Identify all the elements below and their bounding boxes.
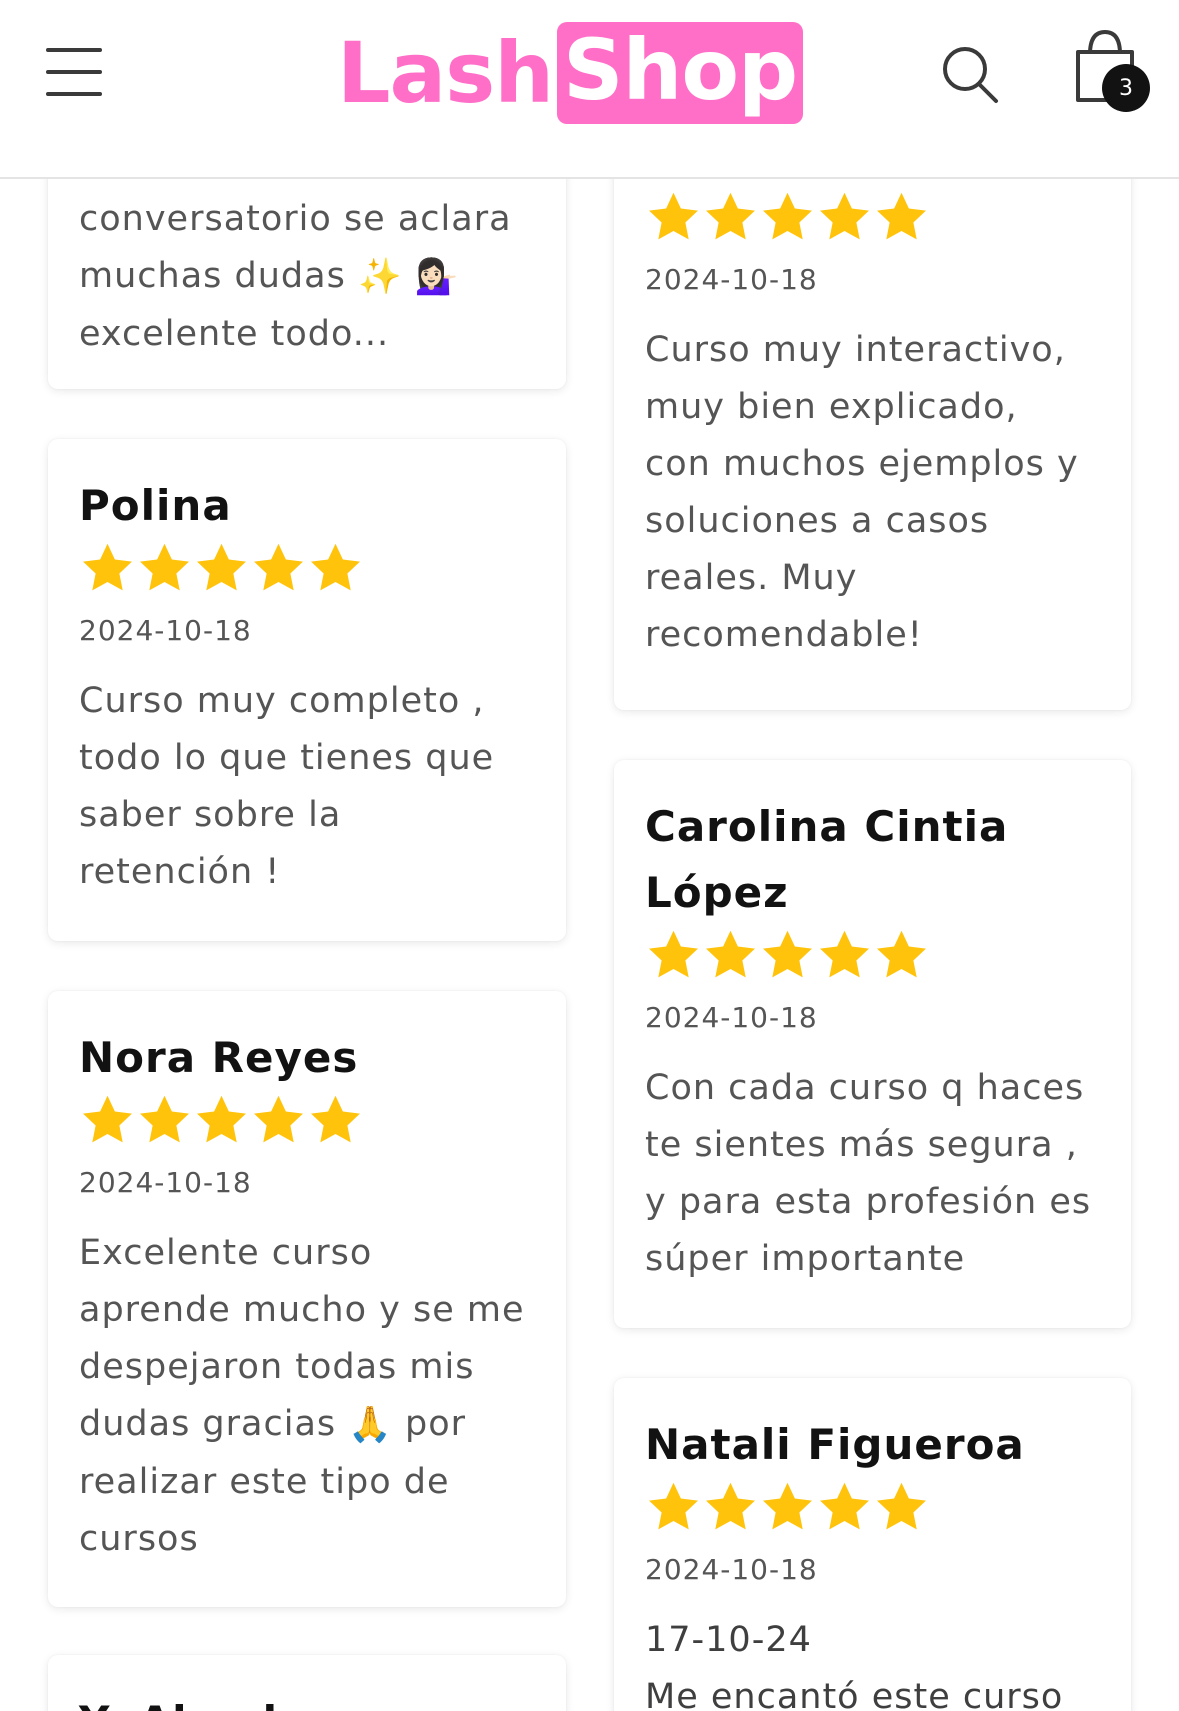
review-text-part: excelente todo...: [79, 313, 390, 354]
search-button[interactable]: [940, 44, 1002, 106]
menu-icon-bar: [46, 92, 102, 96]
menu-icon-bar: [46, 70, 102, 74]
logo-text-shop: Shop: [557, 22, 804, 124]
star-icon: [763, 1482, 812, 1529]
star-icon: [254, 1095, 303, 1142]
search-icon: [943, 47, 998, 103]
reviewer-name: Natali Figueroa: [645, 1420, 1025, 1469]
star-rating: [645, 926, 1107, 984]
star-icon: [197, 543, 246, 590]
star-icon: [706, 930, 755, 977]
star-icon: [649, 1482, 698, 1529]
menu-button[interactable]: [44, 44, 106, 102]
review-text: Con cada curso q haces te sientes más se…: [645, 1068, 1092, 1279]
star-icon: [706, 192, 755, 239]
review-card: Y Al l: [48, 1655, 566, 1711]
review-card: Polina 2024-10-18 Curso muy completo , t…: [48, 439, 566, 941]
sparkles-icon: ✨: [357, 256, 403, 297]
star-rating: [645, 1478, 1107, 1536]
review-text: Excelente curso aprende mucho y se me de…: [79, 1225, 542, 1568]
cart-count-badge: 3: [1102, 64, 1150, 112]
review-card: Nora Reyes 2024-10-18 Excelente curso ap…: [48, 991, 566, 1607]
logo-text-lash: Lash: [337, 24, 554, 122]
review-text: 17-10-24 Me encantó este curso: [645, 1620, 1064, 1711]
star-icon: [311, 543, 360, 590]
star-icon: [649, 930, 698, 977]
review-date: 2024-10-18: [645, 1001, 818, 1034]
reviews-page: Lash Shop 3 conversatorio se aclara much…: [0, 0, 1179, 1711]
star-icon: [83, 543, 132, 590]
review-date: 2024-10-18: [79, 1166, 252, 1199]
star-icon: [877, 1482, 926, 1529]
star-icon: [140, 543, 189, 590]
review-text: Curso muy interactivo, muy bien explicad…: [645, 330, 1079, 655]
cart-button[interactable]: 3: [1072, 26, 1156, 116]
review-text: conversatorio se aclara muchas dudas ✨ 💁…: [79, 191, 542, 363]
reviewer-name: Polina: [79, 481, 232, 530]
star-icon: [820, 192, 869, 239]
star-rating: [79, 539, 542, 597]
star-rating: [79, 1091, 542, 1149]
star-icon: [877, 930, 926, 977]
lashshop-logo[interactable]: Lash Shop: [337, 22, 804, 124]
folded-hands-icon: 🙏: [348, 1404, 393, 1445]
review-date: 2024-10-18: [79, 614, 252, 647]
review-card: 2024-10-18 Curso muy interactivo, muy bi…: [614, 100, 1131, 710]
star-icon: [311, 1095, 360, 1142]
star-icon: [877, 192, 926, 239]
star-icon: [763, 192, 812, 239]
star-icon: [706, 1482, 755, 1529]
star-icon: [140, 1095, 189, 1142]
reviewer-name: Y Al l: [79, 1689, 542, 1711]
star-icon: [254, 543, 303, 590]
star-icon: [197, 1095, 246, 1142]
reviewer-name: Nora Reyes: [79, 1033, 359, 1082]
site-header: Lash Shop 3: [0, 0, 1179, 179]
review-card: Carolina Cintia López 2024-10-18 Con cad…: [614, 760, 1131, 1328]
review-text: Curso muy completo , todo lo que tienes …: [79, 681, 495, 892]
menu-icon-bar: [46, 48, 102, 52]
star-icon: [820, 1482, 869, 1529]
star-rating: [645, 188, 1107, 246]
review-date: 2024-10-18: [645, 263, 818, 296]
person-tipping-hand-icon: 💁🏻‍♀️: [414, 256, 460, 297]
star-icon: [649, 192, 698, 239]
star-icon: [763, 930, 812, 977]
star-icon: [83, 1095, 132, 1142]
star-icon: [820, 930, 869, 977]
review-card: Natali Figueroa 2024-10-18 17-10-24 Me e…: [614, 1378, 1131, 1711]
review-date: 2024-10-18: [645, 1553, 818, 1586]
reviewer-name: Carolina Cintia López: [645, 802, 1009, 917]
